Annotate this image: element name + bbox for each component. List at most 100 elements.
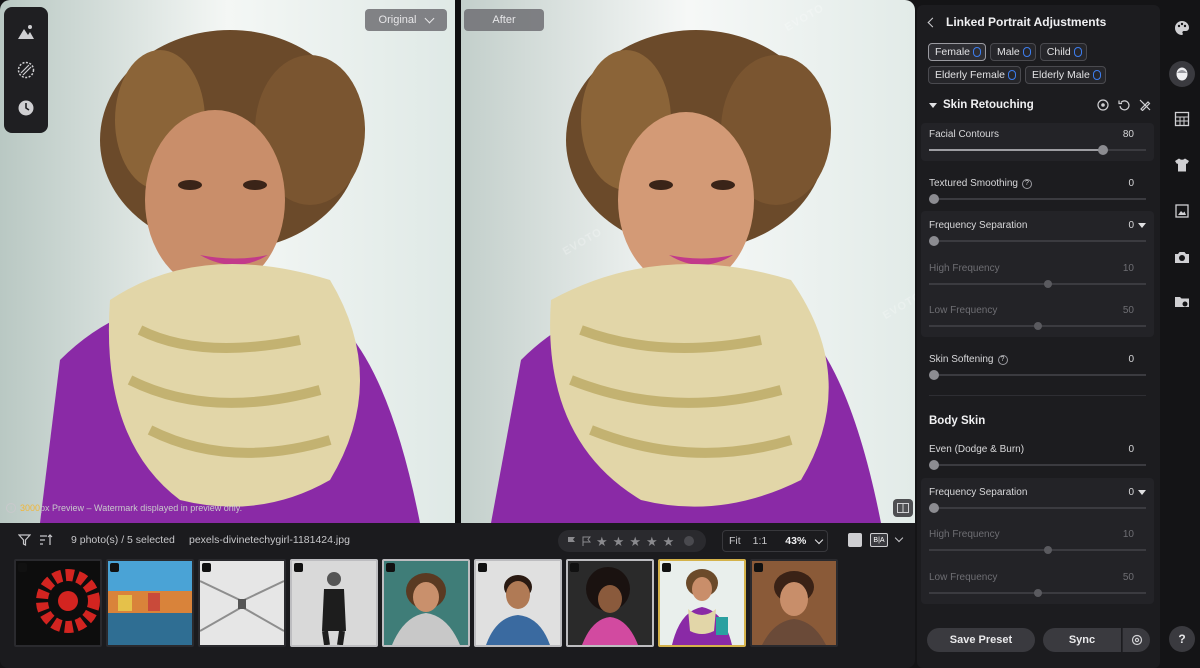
- rating-group: ★ ★ ★ ★ ★: [558, 530, 706, 552]
- chip-label: Male: [997, 46, 1020, 58]
- slider-knob[interactable]: [929, 370, 939, 380]
- slider-track[interactable]: [929, 460, 1146, 470]
- thumbnail-woman-scarf-smiling[interactable]: [382, 559, 470, 647]
- panel-header: Linked Portrait Adjustments: [927, 15, 1106, 29]
- color-label-dot[interactable]: [684, 536, 695, 546]
- link-icon: [1022, 47, 1031, 57]
- thumbnail-man-smiling[interactable]: [474, 559, 562, 647]
- info-icon[interactable]: ?: [997, 354, 1008, 365]
- star-icon[interactable]: ★: [663, 535, 675, 548]
- slider-label: Even (Dodge & Burn): [929, 444, 1025, 455]
- save-preset-button[interactable]: Save Preset: [927, 628, 1035, 652]
- chip-label: Female: [935, 46, 971, 58]
- thumbnail-list: [14, 559, 838, 647]
- reject-flag-icon[interactable]: [581, 536, 591, 546]
- slider-track[interactable]: [929, 194, 1146, 204]
- thumbnail-woman-purple-scarf[interactable]: [658, 559, 746, 647]
- section-title: Skin Retouching: [943, 99, 1034, 111]
- slider-knob[interactable]: [1097, 145, 1108, 155]
- chevron-down-icon[interactable]: [815, 535, 824, 544]
- slider-knob[interactable]: [1033, 589, 1042, 597]
- zoom-one-to-one-button[interactable]: 1:1: [747, 535, 774, 547]
- visibility-icon[interactable]: [1097, 99, 1109, 111]
- camera-icon[interactable]: [1169, 244, 1195, 270]
- chip-child[interactable]: Child: [1039, 43, 1087, 61]
- brush-edit-icon[interactable]: [1139, 99, 1151, 111]
- zoom-controls: Fit 1:1 43%: [722, 530, 828, 552]
- slider-knob[interactable]: [929, 194, 939, 204]
- thumbnail-man-in-suit[interactable]: [290, 559, 378, 647]
- label-text: Skin Softening: [929, 354, 994, 365]
- slider-track[interactable]: [929, 145, 1146, 155]
- thumbnail-white-corridor[interactable]: [198, 559, 286, 647]
- filter-icon[interactable]: [17, 533, 31, 547]
- slider-value: 50: [1122, 305, 1134, 316]
- crop-image-icon[interactable]: [1169, 198, 1195, 224]
- slider-track[interactable]: [929, 370, 1146, 380]
- chevron-down-icon[interactable]: [892, 533, 906, 547]
- help-icon[interactable]: ?: [1169, 626, 1195, 652]
- slider-knob[interactable]: [929, 503, 939, 513]
- info-icon: i: [6, 503, 16, 513]
- reset-icon[interactable]: [1118, 99, 1130, 111]
- chip-elderly-female[interactable]: Elderly Female: [928, 66, 1022, 84]
- slider-value: 10: [1122, 529, 1134, 540]
- image-viewer[interactable]: EVOTO EVOTO EVOTO Original After i 3000p…: [0, 0, 915, 523]
- sort-icon[interactable]: [39, 533, 53, 547]
- star-icon[interactable]: ★: [613, 535, 625, 548]
- texture-tool-icon[interactable]: [11, 55, 41, 85]
- thumbnail-girl-portrait[interactable]: [750, 559, 838, 647]
- slider-knob[interactable]: [1033, 322, 1042, 330]
- before-after-view-button[interactable]: B|A: [870, 533, 888, 547]
- caret-down-icon[interactable]: [1138, 490, 1146, 495]
- zoom-fit-button[interactable]: Fit: [723, 535, 747, 547]
- portrait-tool-icon[interactable]: [11, 17, 41, 47]
- compare-view-icon[interactable]: [893, 499, 913, 517]
- slider-value: 0: [1128, 487, 1146, 498]
- chip-male[interactable]: Male: [990, 43, 1036, 61]
- info-icon[interactable]: ?: [1021, 178, 1032, 189]
- grid-icon[interactable]: [1169, 106, 1195, 132]
- preview-note-text: px Preview – Watermark displayed in prev…: [40, 503, 243, 513]
- back-chevron-icon[interactable]: [927, 17, 938, 27]
- slider-track[interactable]: [929, 280, 1146, 288]
- shirt-icon[interactable]: [1169, 152, 1195, 178]
- chip-female[interactable]: Female: [928, 43, 987, 61]
- skin-retouching-header[interactable]: Skin Retouching: [929, 99, 1151, 111]
- slider-track[interactable]: [929, 546, 1146, 554]
- folder-sync-icon[interactable]: [1169, 289, 1195, 315]
- compare-mode-label: B|A: [873, 536, 885, 544]
- history-icon[interactable]: [11, 93, 41, 123]
- slider-track[interactable]: [929, 322, 1146, 330]
- chevron-down-icon: [425, 13, 435, 23]
- slider-track[interactable]: [929, 236, 1146, 246]
- value-text: 0: [1128, 220, 1134, 231]
- divider: [929, 395, 1146, 396]
- slider-track[interactable]: [929, 589, 1146, 597]
- star-icon[interactable]: ★: [646, 535, 658, 548]
- zoom-value[interactable]: 43%: [779, 535, 812, 547]
- slider-track[interactable]: [929, 503, 1146, 513]
- star-icon[interactable]: ★: [596, 535, 608, 548]
- single-view-icon[interactable]: [848, 533, 862, 547]
- thumbnail-colorful-houses[interactable]: [106, 559, 194, 647]
- thumbnail-woman-curly-hair[interactable]: [566, 559, 654, 647]
- link-icon: [1073, 47, 1082, 57]
- sync-settings-icon[interactable]: [1122, 628, 1150, 652]
- chip-label: Elderly Male: [1032, 69, 1090, 81]
- original-view-selector[interactable]: Original: [365, 9, 447, 31]
- face-icon[interactable]: [1169, 61, 1195, 87]
- slider-knob[interactable]: [929, 460, 939, 470]
- chip-elderly-male[interactable]: Elderly Male: [1025, 66, 1106, 84]
- slider-knob[interactable]: [929, 236, 939, 246]
- thumbnail-red-spiral[interactable]: [14, 559, 102, 647]
- sync-button[interactable]: Sync: [1043, 628, 1121, 652]
- caret-down-icon: [929, 102, 937, 108]
- slider-label: High Frequency: [929, 529, 1000, 540]
- flag-icon[interactable]: [566, 536, 576, 546]
- palette-icon[interactable]: [1169, 15, 1195, 41]
- edited-icon: [754, 563, 763, 572]
- star-icon[interactable]: ★: [629, 535, 641, 548]
- link-icon: [973, 47, 982, 57]
- caret-down-icon[interactable]: [1138, 223, 1146, 228]
